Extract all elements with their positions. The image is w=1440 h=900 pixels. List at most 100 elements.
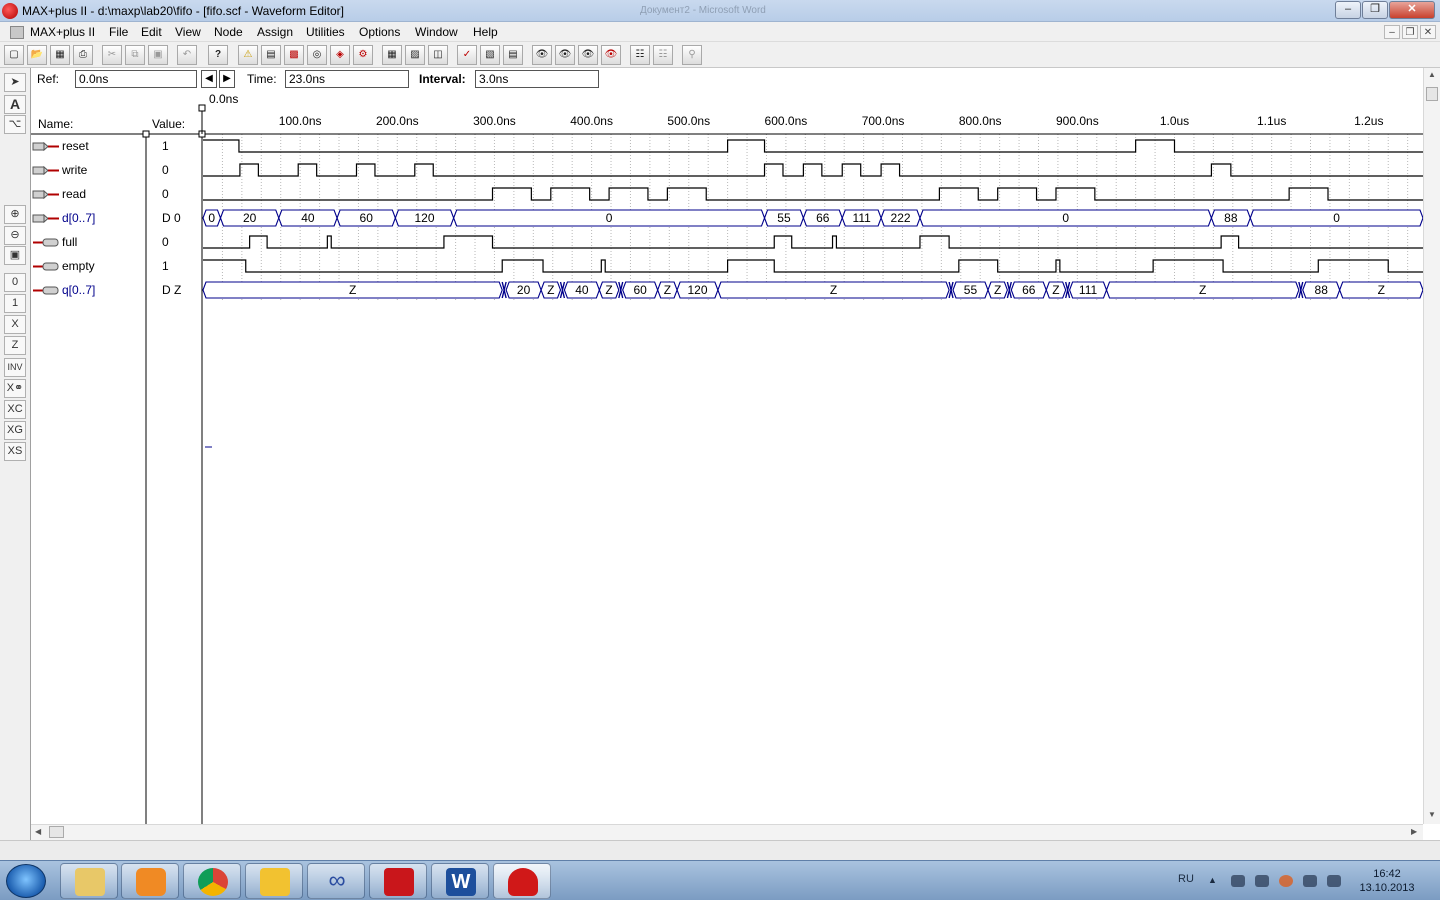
start-button[interactable] [6,864,46,898]
interval-tool-icon[interactable]: ⌥ [4,115,26,134]
vertical-scrollbar[interactable]: ▲ ▼ [1423,68,1440,824]
find-eqn-icon[interactable]: 👁 [555,45,575,65]
set-high-icon[interactable]: 1 [4,294,26,313]
waveform-canvas[interactable]: 0.0ns Name: Value: 100.0ns 200.0ns 300.0ns… [31,68,1423,824]
waveform-trace[interactable] [203,163,1423,177]
signal-name[interactable]: reset [62,139,89,153]
app-icon[interactable] [2,3,18,19]
scroll-right-icon[interactable]: ▶ [1411,827,1417,836]
open-file-icon[interactable]: 📂 [27,45,47,65]
tray-language[interactable]: RU [1178,873,1194,885]
horizontal-scroll-thumb[interactable] [49,826,64,838]
overwrite-count-icon[interactable]: X⚭ [4,379,26,398]
timing-analyzer-icon[interactable]: ▤ [503,45,523,65]
find-error-icon[interactable]: 👁 [601,45,621,65]
new-file-icon[interactable]: ▢ [4,45,24,65]
menu-edit[interactable]: Edit [141,25,162,39]
grid-icon[interactable]: ☷ [630,45,650,65]
close-button[interactable]: ✕ [1389,1,1435,19]
waveform-trace[interactable] [203,235,1423,249]
menu-options[interactable]: Options [359,25,400,39]
programmer-icon[interactable]: ⚙ [353,45,373,65]
menu-app[interactable]: MAX+plus II [30,25,95,39]
menu-help[interactable]: Help [473,25,498,39]
copy-icon[interactable]: ⧉ [125,45,145,65]
task-acrobat[interactable] [369,863,427,899]
volume-icon[interactable] [1327,875,1341,887]
overwrite-sequence-icon[interactable]: XS [4,442,26,461]
menu-file[interactable]: File [109,25,128,39]
compiler-icon[interactable]: ✓ [457,45,477,65]
graphic-editor-icon[interactable]: ▨ [405,45,425,65]
scroll-up-icon[interactable]: ▲ [1428,70,1436,79]
vertical-scroll-thumb[interactable] [1426,87,1438,101]
save-icon[interactable]: ▦ [50,45,70,65]
zoom-out-icon[interactable]: ⊖ [4,226,26,245]
find-clique-icon[interactable]: 👁 [578,45,598,65]
bus-waveform[interactable]: Z 20 Z 40 Z 60 Z 120 Z 55 Z 66 Z 111 Z 88 Z [202,281,1423,299]
minimize-button[interactable]: – [1335,1,1361,19]
simulator-icon[interactable]: ▧ [480,45,500,65]
menu-view[interactable]: View [175,25,201,39]
bus-waveform[interactable]: 0 20 40 60 120 0 55 66 111 222 0 88 0 [202,209,1423,227]
paste-icon[interactable]: ▣ [148,45,168,65]
simulate-icon[interactable]: ◈ [330,45,350,65]
signal-name[interactable]: read [62,187,86,201]
zoom-in-icon[interactable]: ⊕ [4,205,26,224]
overwrite-clock-icon[interactable]: XC [4,400,26,419]
signal-name[interactable]: write [61,163,88,177]
timing-icon[interactable]: ◎ [307,45,327,65]
warning-icon[interactable]: ⚠ [238,45,258,65]
tray-app-icon[interactable] [1279,875,1293,887]
print-icon[interactable]: ⎙ [73,45,93,65]
waveform-trace[interactable] [203,139,1423,153]
signal-name[interactable]: q[0..7] [62,283,95,297]
task-infinity-app[interactable]: ∞ [307,863,365,899]
compile-icon[interactable]: ▩ [284,45,304,65]
set-unknown-icon[interactable]: X [4,315,26,334]
find-node-icon[interactable]: 👁 [532,45,552,65]
set-hiz-icon[interactable]: Z [4,336,26,355]
scroll-left-icon[interactable]: ◀ [35,827,41,836]
menu-utilities[interactable]: Utilities [306,25,345,39]
task-chrome[interactable] [183,863,241,899]
context-help-icon[interactable]: ? [208,45,228,65]
set-low-icon[interactable]: 0 [4,273,26,292]
doc-icon[interactable] [10,26,24,39]
network-icon[interactable] [1303,875,1317,887]
mdi-restore-icon[interactable]: ❐ [1402,25,1418,39]
task-media-player[interactable] [121,863,179,899]
signal-name[interactable]: full [62,235,77,249]
mdi-close-icon[interactable]: ✕ [1420,25,1436,39]
menu-assign[interactable]: Assign [257,25,293,39]
tray-expand-icon[interactable]: ▲ [1208,875,1217,885]
waveform-trace[interactable] [203,187,1423,201]
menu-node[interactable]: Node [214,25,243,39]
waveform-trace[interactable] [203,259,1423,273]
mdi-minimize-icon[interactable]: – [1384,25,1400,39]
task-word[interactable]: W [431,863,489,899]
scroll-down-icon[interactable]: ▼ [1428,810,1436,819]
flag-icon[interactable] [1255,875,1269,887]
symbol-editor-icon[interactable]: ◫ [428,45,448,65]
group-icon[interactable]: ☷ [653,45,673,65]
maximize-button[interactable]: ❐ [1362,1,1388,19]
cloud-icon[interactable] [1231,875,1245,887]
cut-icon[interactable]: ✂ [102,45,122,65]
zoom-icon[interactable]: ⚲ [682,45,702,65]
signal-name[interactable]: empty [62,259,95,273]
clock[interactable]: 16:42 13.10.2013 [1352,867,1422,895]
invert-icon[interactable]: INV [4,358,26,377]
hierarchy-icon[interactable]: ▤ [261,45,281,65]
task-puzzle-app[interactable] [245,863,303,899]
horizontal-scrollbar[interactable]: ◀ ▶ [31,824,1423,840]
task-maxplus[interactable] [493,863,551,899]
undo-icon[interactable]: ↶ [177,45,197,65]
fit-window-icon[interactable]: ▣ [4,246,26,265]
text-tool-icon[interactable]: A [4,95,26,114]
signal-name[interactable]: d[0..7] [62,211,95,225]
select-tool-icon[interactable]: ➤ [4,73,26,92]
floorplan-icon[interactable]: ▦ [382,45,402,65]
menu-window[interactable]: Window [415,25,458,39]
overwrite-group-icon[interactable]: XG [4,421,26,440]
